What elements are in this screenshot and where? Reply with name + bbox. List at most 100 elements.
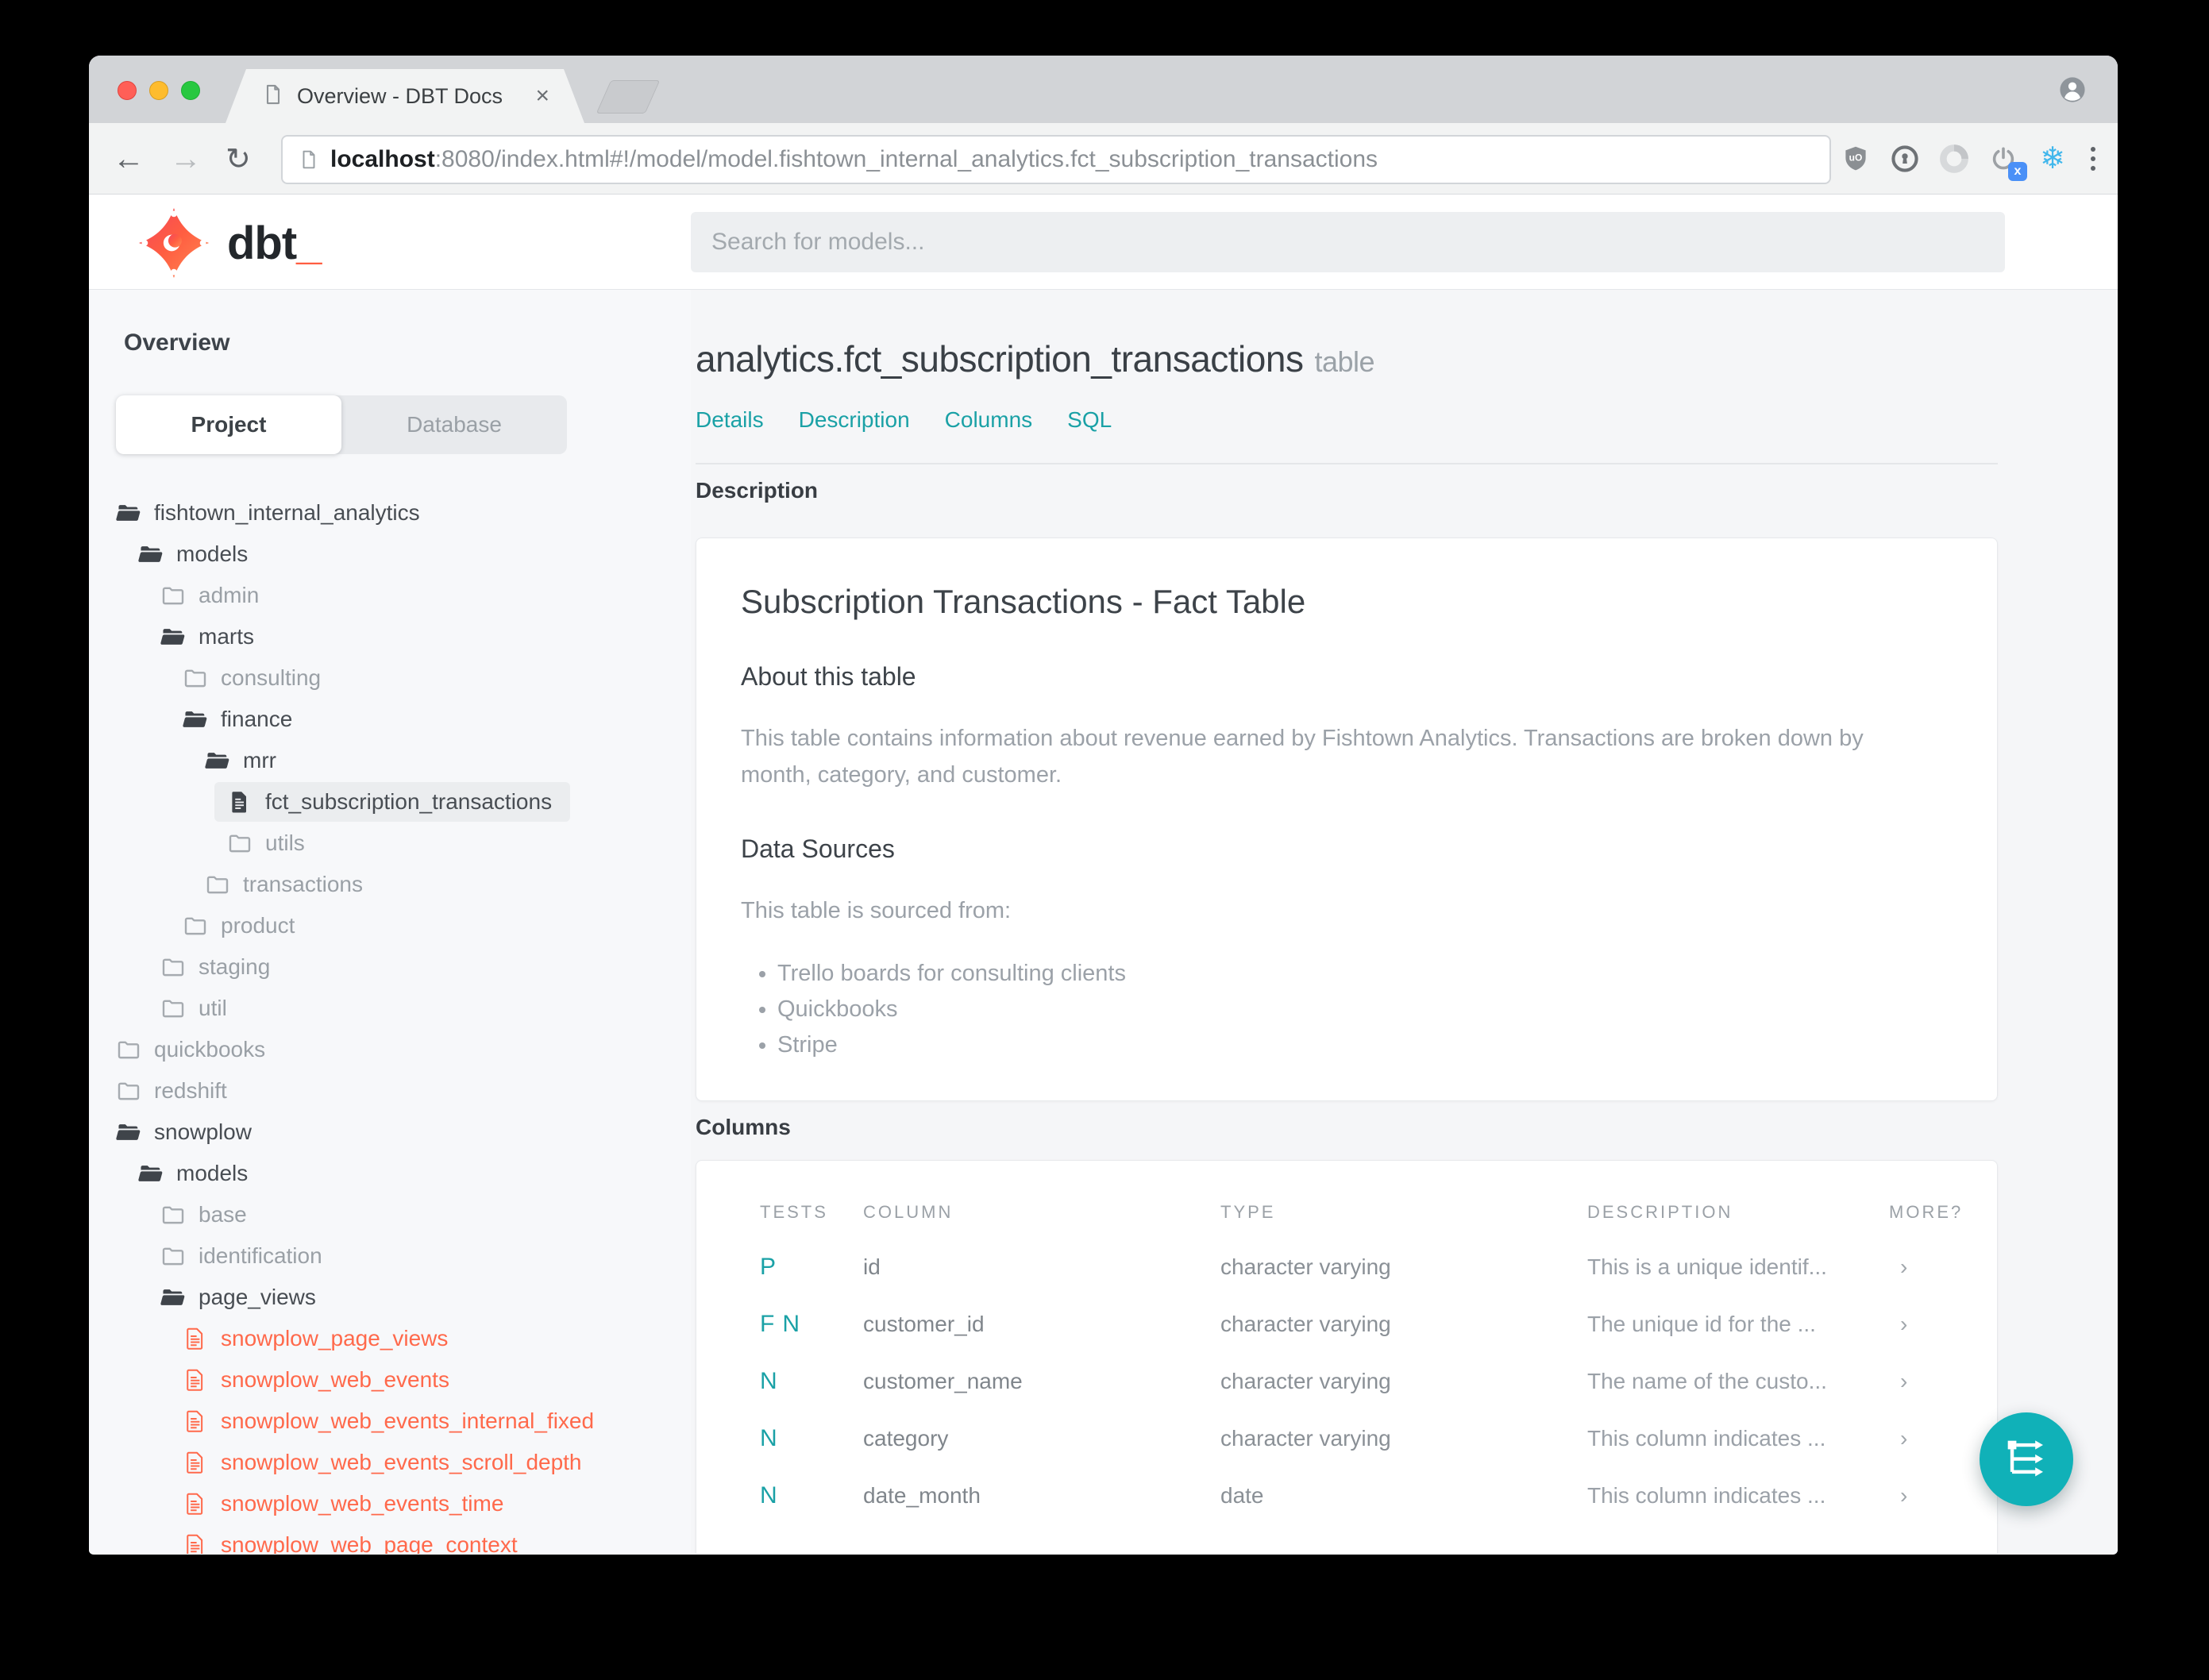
page-title: analytics.fct_subscription_transactions t… bbox=[696, 337, 1998, 380]
tree-item-transactions[interactable]: transactions bbox=[89, 864, 691, 905]
file-source-icon bbox=[183, 1450, 208, 1475]
tree-item-label: base bbox=[199, 1202, 247, 1227]
data-source-item: Trello boards for consulting clients bbox=[777, 956, 1953, 992]
browser-menu-kebab-icon[interactable] bbox=[2086, 147, 2100, 171]
folder-closed-icon bbox=[183, 913, 208, 938]
tree-item-redshift[interactable]: redshift bbox=[89, 1070, 691, 1112]
tree-item-snowplow[interactable]: snowplow bbox=[89, 1112, 691, 1153]
tree-item-finance[interactable]: finance bbox=[89, 699, 691, 740]
tree-item-snowplow_web_events_internal_fixed[interactable]: snowplow_web_events_internal_fixed bbox=[89, 1401, 691, 1442]
tree-item-utils[interactable]: utils bbox=[89, 823, 691, 864]
tree-item-label: snowplow bbox=[154, 1119, 252, 1144]
main-content[interactable]: analytics.fct_subscription_transactions t… bbox=[691, 290, 2118, 1554]
tab-columns[interactable]: Columns bbox=[945, 407, 1032, 433]
tab-close-icon[interactable]: × bbox=[535, 84, 549, 108]
forward-button: → bbox=[170, 141, 202, 176]
column-row-category[interactable]: Ncategory character varying This column in… bbox=[760, 1410, 1954, 1467]
screen: Overview - DBT Docs × ← → ↻ localhost:80… bbox=[0, 0, 2209, 1680]
tree-item-base[interactable]: base bbox=[89, 1194, 691, 1235]
folder-open-icon bbox=[116, 1119, 141, 1145]
lineage-graph-button[interactable] bbox=[1980, 1412, 2073, 1506]
address-bar[interactable]: localhost:8080/index.html#!/model/model.… bbox=[281, 135, 1831, 184]
tree-item-marts[interactable]: marts bbox=[89, 616, 691, 657]
folder-open-icon bbox=[160, 624, 186, 649]
ublock-icon[interactable]: uO bbox=[1840, 143, 1872, 175]
minimize-window-button[interactable] bbox=[149, 81, 168, 100]
column-row-customer_name[interactable]: Ncustomer_name character varying The name … bbox=[760, 1353, 1954, 1410]
expand-row-chevron-icon[interactable]: › bbox=[1889, 1467, 1954, 1524]
tree-item-snowplow_web_page_context[interactable]: snowplow_web_page_context bbox=[89, 1524, 691, 1554]
project-database-toggle: Project Database bbox=[116, 395, 567, 454]
search-input[interactable] bbox=[691, 212, 2005, 272]
tree-item-identification[interactable]: identification bbox=[89, 1235, 691, 1277]
tree-item-product[interactable]: product bbox=[89, 905, 691, 946]
extension-circle-icon[interactable] bbox=[1938, 143, 1970, 175]
columns-table: TESTS COLUMN TYPE DESCRIPTION MORE? Pid chara… bbox=[760, 1202, 1960, 1524]
tree-item-fct_subscription_transactions[interactable]: fct_subscription_transactions bbox=[89, 781, 691, 823]
tree-item-snowplow_page_views[interactable]: snowplow_page_views bbox=[89, 1318, 691, 1359]
folder-closed-icon bbox=[227, 830, 253, 856]
refresh-button[interactable]: ↻ bbox=[226, 123, 251, 195]
column-row-id[interactable]: Pid character varying This is a unique ide… bbox=[760, 1239, 1954, 1296]
folder-closed-icon bbox=[160, 996, 186, 1021]
tree-item-snowplow_web_events[interactable]: snowplow_web_events bbox=[89, 1359, 691, 1401]
new-tab-button[interactable] bbox=[596, 80, 661, 114]
folder-open-icon bbox=[138, 1161, 164, 1186]
column-header-type: TYPE bbox=[1220, 1202, 1276, 1222]
expand-row-chevron-icon[interactable]: › bbox=[1889, 1353, 1954, 1410]
back-button[interactable]: ← bbox=[113, 123, 145, 195]
tree-item-label: marts bbox=[199, 624, 254, 649]
url-text: localhost:8080/index.html#!/model/model.… bbox=[330, 146, 1378, 173]
file-source-icon bbox=[183, 1326, 208, 1351]
data-source-item: Stripe bbox=[777, 1027, 1953, 1063]
description-card: Subscription Transactions - Fact Table A… bbox=[696, 538, 1998, 1101]
tree-item-snowplow_web_events_time[interactable]: snowplow_web_events_time bbox=[89, 1483, 691, 1524]
expand-row-chevron-icon[interactable]: › bbox=[1889, 1410, 1954, 1467]
power-x-badge: x bbox=[2008, 162, 2027, 181]
zoom-window-button[interactable] bbox=[181, 81, 200, 100]
url-page-icon bbox=[303, 150, 315, 169]
type-cell: character varying bbox=[1220, 1369, 1391, 1393]
tree-item-staging[interactable]: staging bbox=[89, 946, 691, 988]
onepassword-icon[interactable] bbox=[1889, 143, 1921, 175]
app-header: dbt_ bbox=[89, 195, 2118, 290]
toggle-database[interactable]: Database bbox=[341, 395, 567, 454]
dbt-logo[interactable]: dbt_ bbox=[137, 206, 322, 280]
tree-item-mrr[interactable]: mrr bbox=[89, 740, 691, 781]
tree-item-page_views[interactable]: page_views bbox=[89, 1277, 691, 1318]
tree-item-fishtown_internal_analytics[interactable]: fishtown_internal_analytics bbox=[89, 492, 691, 534]
model-tabs: Details Description Columns SQL bbox=[696, 407, 1998, 433]
file-icon bbox=[227, 789, 253, 815]
tree-item-consulting[interactable]: consulting bbox=[89, 657, 691, 699]
tree-item-admin[interactable]: admin bbox=[89, 575, 691, 616]
profile-icon[interactable] bbox=[2059, 76, 2086, 103]
tree-item-models[interactable]: models bbox=[89, 1153, 691, 1194]
tree-item-quickbooks[interactable]: quickbooks bbox=[89, 1029, 691, 1070]
url-host: localhost bbox=[330, 146, 435, 172]
data-sources-heading: Data Sources bbox=[741, 834, 895, 863]
browser-tab[interactable]: Overview - DBT Docs × bbox=[226, 69, 584, 123]
columns-card: TESTS COLUMN TYPE DESCRIPTION MORE? Pid chara… bbox=[696, 1160, 1998, 1554]
tree-item-util[interactable]: util bbox=[89, 988, 691, 1029]
tab-description[interactable]: Description bbox=[799, 407, 910, 433]
column-header-tests: TESTS bbox=[760, 1202, 828, 1222]
file-source-icon bbox=[183, 1408, 208, 1434]
expand-row-chevron-icon[interactable]: › bbox=[1889, 1239, 1954, 1296]
tree-item-models[interactable]: models bbox=[89, 534, 691, 575]
data-sources-list: Trello boards for consulting clientsQuic… bbox=[741, 956, 1953, 1063]
snowflake-icon[interactable]: ❄ bbox=[2037, 143, 2068, 175]
toggle-project[interactable]: Project bbox=[116, 395, 341, 454]
expand-row-chevron-icon[interactable]: › bbox=[1889, 1296, 1954, 1353]
tab-sql[interactable]: SQL bbox=[1067, 407, 1112, 433]
sidebar[interactable]: Overview Project Database fishtown_inter… bbox=[89, 290, 691, 1554]
tab-details[interactable]: Details bbox=[696, 407, 764, 433]
tree-item-snowplow_web_events_scroll_depth[interactable]: snowplow_web_events_scroll_depth bbox=[89, 1442, 691, 1483]
tree-item-label: snowplow_web_events_scroll_depth bbox=[221, 1450, 582, 1474]
close-window-button[interactable] bbox=[118, 81, 137, 100]
tree-item-label: models bbox=[176, 541, 249, 566]
tree-item-label: snowplow_web_events_internal_fixed bbox=[221, 1408, 595, 1433]
column-row-date_month[interactable]: Ndate_month date This column indicates ...… bbox=[760, 1467, 1954, 1524]
power-x-icon[interactable]: x bbox=[1987, 143, 2027, 181]
column-row-customer_id[interactable]: F N customer_id character varying The unique… bbox=[760, 1296, 1954, 1353]
type-cell: character varying bbox=[1220, 1254, 1391, 1279]
